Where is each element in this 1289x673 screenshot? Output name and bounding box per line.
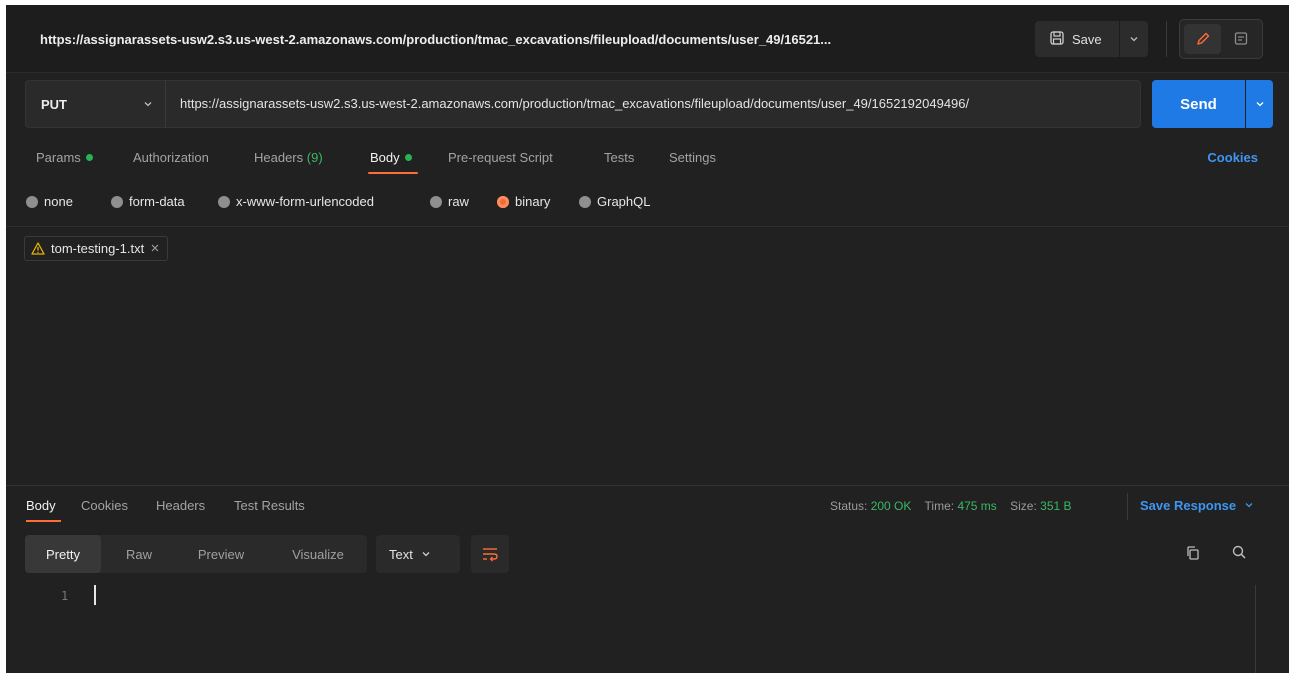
body-mode-form-data[interactable]: form-data <box>111 194 185 209</box>
body-mode-binary[interactable]: binary <box>497 194 550 209</box>
view-preview[interactable]: Preview <box>181 535 261 573</box>
response-tab-test-results[interactable]: Test Results <box>234 498 305 513</box>
tab-params-label: Params <box>36 150 81 165</box>
body-mode-none-label: none <box>44 194 73 209</box>
request-title[interactable]: https://assignarassets-usw2.s3.us-west-2… <box>40 32 831 47</box>
radio-icon <box>26 195 38 208</box>
wrap-text-icon <box>483 548 498 562</box>
time-label: Time: <box>924 499 955 513</box>
body-mode-raw-label: raw <box>448 194 469 209</box>
save-options-button[interactable] <box>1120 21 1148 57</box>
tab-settings[interactable]: Settings <box>669 150 716 165</box>
tab-headers-label: Headers <box>254 150 304 165</box>
selected-file-chip[interactable]: tom-testing-1.txt <box>24 236 169 261</box>
status-dot-icon <box>85 154 93 161</box>
postman-window: https://assignarassets-usw2.s3.us-west-2… <box>6 5 1289 673</box>
pencil-icon <box>1196 32 1209 45</box>
radio-icon <box>111 195 123 208</box>
tab-headers[interactable]: Headers (9) <box>254 150 323 165</box>
copy-icon <box>1187 546 1199 560</box>
radio-selected-icon <box>497 195 509 208</box>
tab-params[interactable]: Params <box>36 150 93 165</box>
active-tab-indicator <box>368 172 418 174</box>
response-meta: Status: 200 OK Time: 475 ms Size: 351 B <box>830 499 1072 513</box>
chevron-down-icon <box>1256 102 1263 107</box>
chevron-down-icon <box>422 552 430 557</box>
body-mode-binary-label: binary <box>515 194 551 209</box>
editor-scrollbar[interactable] <box>1255 585 1256 673</box>
remove-file-button[interactable] <box>150 241 160 256</box>
body-mode-urlencoded[interactable]: x-www-form-urlencoded <box>218 194 374 209</box>
view-visualize[interactable]: Visualize <box>277 535 359 573</box>
editor-cursor[interactable] <box>94 585 96 605</box>
body-mode-urlencoded-label: x-www-form-urlencoded <box>236 194 374 209</box>
time-value[interactable]: 475 ms <box>957 499 996 513</box>
request-url-bar: PUT https://assignarassets-usw2.s3.us-we… <box>25 80 1141 128</box>
search-response-button[interactable] <box>1231 544 1247 563</box>
radio-icon <box>430 195 442 208</box>
toolbar-divider <box>1166 21 1167 57</box>
save-button[interactable]: Save <box>1035 21 1119 57</box>
copy-response-button[interactable] <box>1185 545 1201 564</box>
request-url-input[interactable]: https://assignarassets-usw2.s3.us-west-2… <box>180 96 1135 111</box>
chevron-down-icon <box>144 102 152 107</box>
status-label: Status: <box>830 499 868 513</box>
tab-body[interactable]: Body <box>370 150 412 165</box>
tab-tests[interactable]: Tests <box>604 150 634 165</box>
body-mode-form-data-label: form-data <box>129 194 185 209</box>
save-button-label: Save <box>1072 31 1102 47</box>
comment-icon <box>1234 32 1248 45</box>
response-view-toggle: Pretty Raw Preview Visualize <box>25 535 367 573</box>
response-divider[interactable] <box>6 485 1289 486</box>
headers-count: (9) <box>306 150 323 165</box>
tab-body-label: Body <box>370 150 400 165</box>
edit-mode-button[interactable] <box>1184 24 1221 54</box>
save-response-label: Save Response <box>1140 498 1237 513</box>
response-tab-cookies[interactable]: Cookies <box>81 498 128 513</box>
cookies-link[interactable]: Cookies <box>1207 150 1258 165</box>
close-icon <box>151 244 159 252</box>
status-dot-icon <box>404 154 412 161</box>
size-label: Size: <box>1010 499 1037 513</box>
body-mode-graphql-label: GraphQL <box>597 194 651 209</box>
response-tab-body[interactable]: Body <box>26 498 56 513</box>
chevron-down-icon <box>1130 37 1138 42</box>
tab-pre-request-script[interactable]: Pre-request Script <box>448 150 553 165</box>
body-mode-graphql[interactable]: GraphQL <box>579 194 650 209</box>
response-tab-headers[interactable]: Headers <box>156 498 205 513</box>
tab-authorization[interactable]: Authorization <box>133 150 209 165</box>
body-mode-none[interactable]: none <box>26 194 73 209</box>
line-number: 1 <box>61 589 69 603</box>
warning-icon <box>31 242 45 255</box>
chevron-down-icon <box>1245 503 1253 508</box>
editor-mode-group <box>1179 19 1263 59</box>
radio-icon <box>579 195 591 208</box>
active-response-tab-indicator <box>26 520 61 522</box>
response-format-select[interactable]: Text <box>376 535 460 573</box>
title-bar: https://assignarassets-usw2.s3.us-west-2… <box>6 5 1289 73</box>
wrap-lines-button[interactable] <box>471 535 509 573</box>
save-icon <box>1049 30 1065 49</box>
search-icon <box>1232 545 1246 559</box>
format-label: Text <box>389 546 413 562</box>
save-response-button[interactable]: Save Response <box>1140 498 1254 513</box>
send-button[interactable]: Send <box>1152 80 1245 128</box>
radio-icon <box>218 195 230 208</box>
status-value[interactable]: 200 OK <box>871 499 912 513</box>
view-pretty[interactable]: Pretty <box>25 535 101 573</box>
method-select[interactable]: PUT <box>26 81 166 127</box>
divider <box>6 226 1289 227</box>
view-raw[interactable]: Raw <box>109 535 169 573</box>
body-mode-raw[interactable]: raw <box>430 194 469 209</box>
method-label: PUT <box>41 96 67 112</box>
send-options-button[interactable] <box>1246 80 1273 128</box>
file-name: tom-testing-1.txt <box>51 241 145 256</box>
comments-button[interactable] <box>1224 24 1258 54</box>
divider <box>1127 493 1128 520</box>
size-value[interactable]: 351 B <box>1040 499 1071 513</box>
